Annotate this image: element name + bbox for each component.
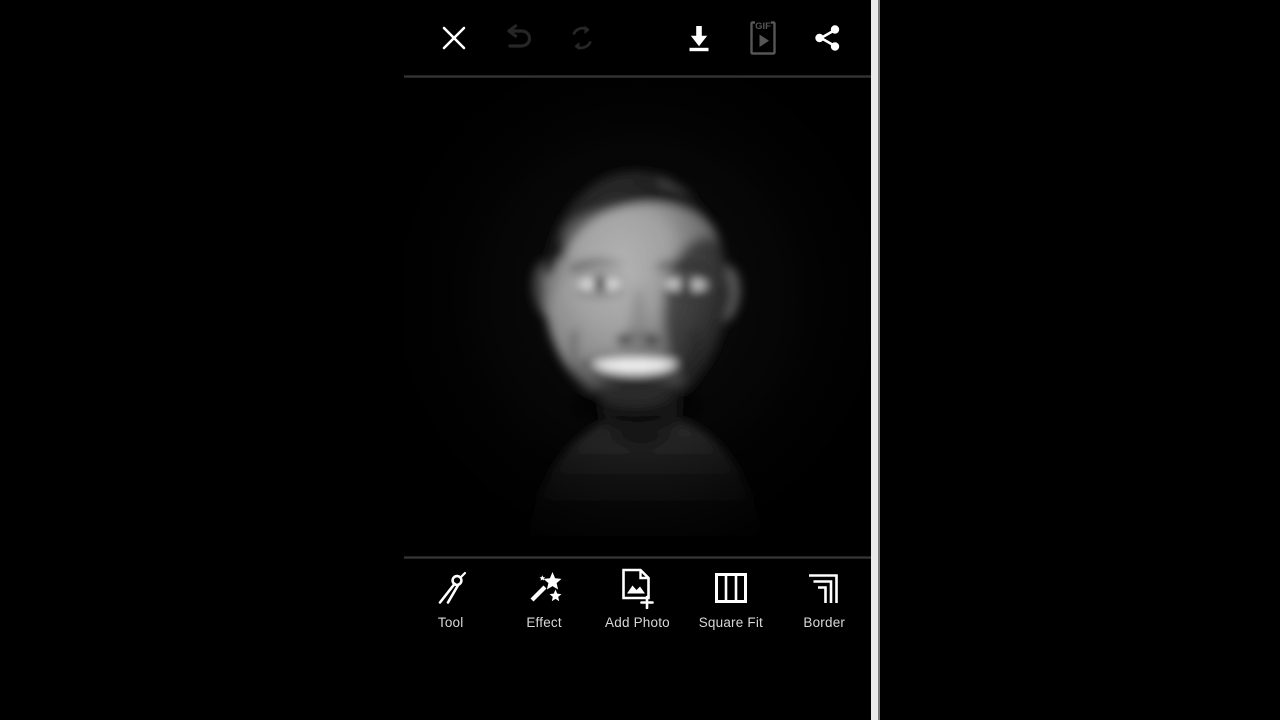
compass-tool-icon	[432, 565, 470, 611]
svg-text:GIF: GIF	[755, 21, 771, 32]
add-photo-icon	[617, 565, 657, 611]
close-x-icon	[438, 22, 470, 54]
toolbar-label-square-fit: Square Fit	[698, 615, 763, 630]
border-frame-icon	[805, 565, 843, 611]
photo-image[interactable]	[404, 78, 871, 557]
toolbar-item-tool[interactable]: Tool	[404, 565, 497, 631]
toolbar-label-border: Border	[803, 615, 846, 630]
app-viewport: GIF Tool Effect Add Photo Square Fit Bor…	[404, 0, 871, 720]
right-edge-border	[878, 0, 880, 720]
right-edge-scrollbar-strip[interactable]	[871, 0, 878, 720]
redo-refresh-icon	[566, 22, 598, 54]
top-toolbar-left-group	[422, 6, 614, 70]
photo-canvas[interactable]	[404, 78, 871, 557]
square-fit-icon	[712, 565, 750, 611]
toolbar-item-add-photo[interactable]: Add Photo	[591, 565, 684, 631]
gif-play-icon: GIF	[746, 18, 780, 58]
portrait-photo-bw	[404, 78, 871, 557]
download-icon	[684, 22, 714, 54]
top-toolbar-right-group: GIF	[667, 6, 859, 70]
undo-button[interactable]	[486, 6, 550, 70]
top-toolbar: GIF	[404, 0, 871, 76]
toolbar-label-effect: Effect	[526, 615, 562, 630]
save-button[interactable]	[667, 6, 731, 70]
magic-wand-icon	[525, 565, 563, 611]
toolbar-item-effect[interactable]: Effect	[498, 565, 591, 631]
undo-arrow-icon	[501, 22, 535, 54]
toolbar-label-add-photo: Add Photo	[605, 615, 670, 630]
toolbar-label-tool: Tool	[437, 615, 464, 630]
bottom-toolbar: Tool Effect Add Photo Square Fit Border	[404, 559, 871, 649]
gif-button[interactable]: GIF	[731, 6, 795, 70]
toolbar-item-border[interactable]: Border	[778, 565, 871, 631]
reset-button[interactable]	[550, 6, 614, 70]
share-nodes-icon	[811, 22, 843, 54]
close-button[interactable]	[422, 6, 486, 70]
toolbar-item-square-fit[interactable]: Square Fit	[684, 565, 777, 631]
screen-stage: GIF Tool Effect Add Photo Square Fit Bor…	[0, 0, 1280, 720]
share-button[interactable]	[795, 6, 859, 70]
